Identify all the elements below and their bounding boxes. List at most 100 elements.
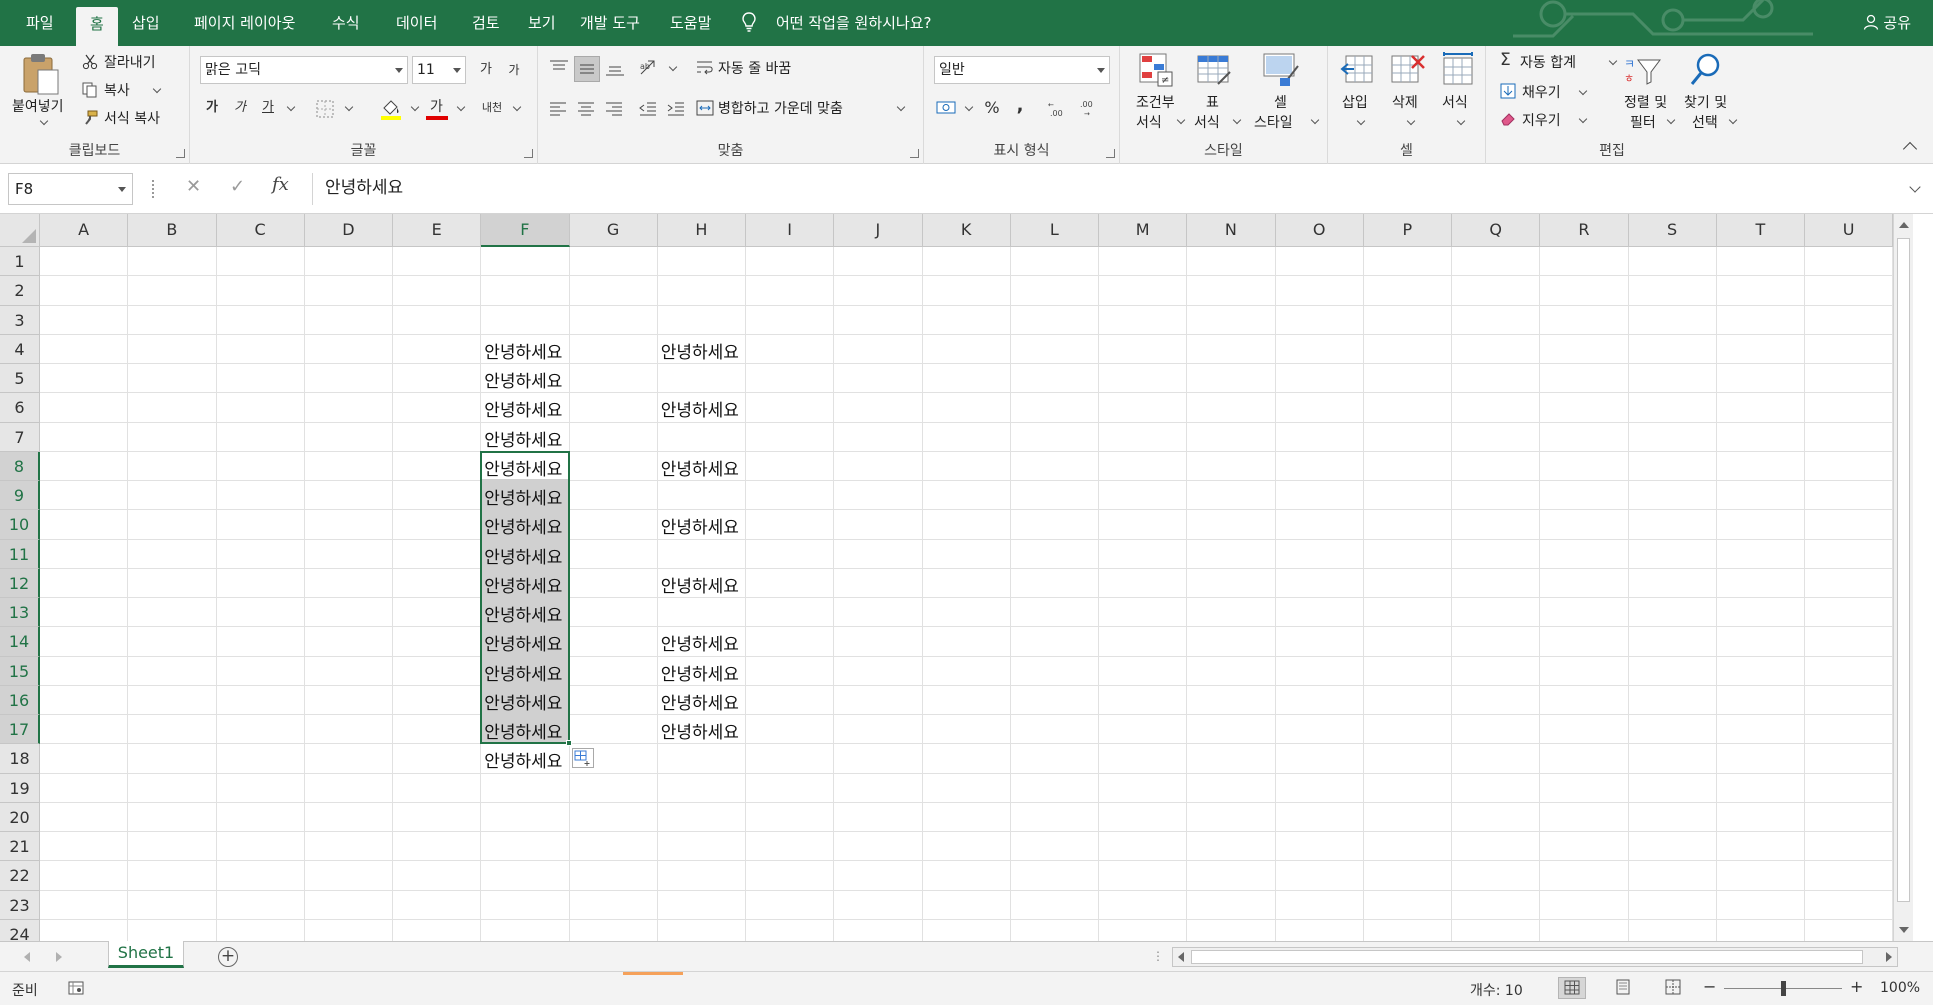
fill-button[interactable]: 채우기 [1500, 80, 1590, 104]
tab-review[interactable]: 검토 [458, 0, 514, 46]
fill-handle[interactable] [565, 740, 572, 747]
tell-me-search[interactable]: 어떤 작업을 원하시나요? [762, 0, 946, 46]
cell-f8[interactable]: 안녕하세요 [481, 455, 562, 484]
copy-button[interactable]: 복사 [82, 80, 182, 102]
cell-styles-button[interactable]: 셀 스타일 [1242, 50, 1322, 142]
font-name-combo[interactable]: 맑은 고딕 [200, 56, 408, 84]
column-header-m[interactable]: M [1099, 214, 1188, 247]
cell-f7[interactable]: 안녕하세요 [481, 426, 562, 455]
normal-view-button[interactable] [1558, 977, 1586, 999]
tab-formulas[interactable]: 수식 [318, 0, 374, 46]
cell-h15[interactable]: 안녕하세요 [658, 660, 739, 689]
tab-insert[interactable]: 삽입 [118, 0, 174, 46]
cell-f11[interactable]: 안녕하세요 [481, 543, 562, 572]
tab-developer[interactable]: 개발 도구 [566, 0, 654, 46]
spreadsheet-grid[interactable]: 안녕하세요 안녕하세요 안녕하세요 안녕하세요 안녕하세요 안녕하세요 안녕하세요 안녕하세요… [0, 214, 1933, 941]
decrease-indent-icon[interactable] [638, 100, 658, 118]
column-header-i[interactable]: I [746, 214, 835, 247]
column-header-d[interactable]: D [304, 214, 393, 247]
horizontal-scroll-thumb[interactable] [1191, 950, 1863, 964]
column-header-j[interactable]: J [834, 214, 923, 247]
formula-input[interactable]: 안녕하세요 [312, 173, 1925, 205]
chevron-down-icon[interactable] [668, 62, 678, 72]
autosum-button[interactable]: Σ 자동 합계 [1500, 50, 1620, 74]
select-all-button[interactable] [0, 214, 40, 247]
zoom-level[interactable]: 100% [1880, 980, 1920, 996]
cell-f10[interactable]: 안녕하세요 [481, 513, 562, 542]
vertical-scrollbar[interactable] [1893, 214, 1913, 941]
chevron-down-icon[interactable] [286, 102, 296, 112]
align-middle-button[interactable] [574, 56, 600, 82]
scroll-down-icon[interactable] [1899, 927, 1909, 933]
row-header-19[interactable]: 19 [0, 773, 40, 803]
tab-file[interactable]: 파일 [12, 0, 68, 46]
scroll-up-icon[interactable] [1899, 222, 1909, 228]
orientation-icon[interactable]: ab [638, 58, 660, 78]
scroll-right-icon[interactable] [1886, 952, 1892, 962]
row-header-15[interactable]: 15 [0, 656, 40, 686]
row-header-10[interactable]: 10 [0, 510, 40, 540]
plus-icon[interactable]: + [218, 947, 238, 967]
share-button[interactable]: 공유 [1863, 0, 1911, 46]
column-header-g[interactable]: G [569, 214, 658, 247]
row-header-6[interactable]: 6 [0, 393, 40, 423]
fill-color-icon[interactable] [380, 98, 402, 120]
row-header-7[interactable]: 7 [0, 422, 40, 452]
format-painter-button[interactable]: 서식 복사 [82, 108, 182, 130]
insert-cells-button[interactable]: 삽입 [1334, 50, 1382, 142]
zoom-slider-thumb[interactable] [1781, 981, 1786, 996]
font-size-combo[interactable]: 11 [412, 56, 466, 84]
zoom-in-button[interactable]: + [1850, 977, 1863, 996]
increase-decimal-icon[interactable]: ←.00 [1046, 98, 1068, 118]
cell-h14[interactable]: 안녕하세요 [658, 630, 739, 659]
row-header-23[interactable]: 23 [0, 890, 40, 920]
vertical-scroll-thumb[interactable] [1897, 238, 1910, 902]
sort-filter-button[interactable]: ㅋㅎ 정렬 및 필터 [1616, 50, 1676, 142]
column-header-t[interactable]: T [1716, 214, 1805, 247]
enter-icon[interactable]: ✓ [230, 176, 245, 197]
column-header-b[interactable]: B [128, 214, 217, 247]
bold-button[interactable]: 가 [200, 96, 224, 120]
previous-sheet-icon[interactable] [24, 952, 30, 962]
cell-f5[interactable]: 안녕하세요 [481, 367, 562, 396]
align-left-icon[interactable] [548, 100, 568, 118]
row-header-21[interactable]: 21 [0, 832, 40, 862]
tab-help[interactable]: 도움말 [656, 0, 725, 46]
borders-icon[interactable] [316, 100, 334, 118]
chevron-down-icon[interactable] [410, 102, 420, 112]
horizontal-scrollbar[interactable] [1172, 947, 1898, 967]
cell-h17[interactable]: 안녕하세요 [658, 718, 739, 747]
tab-view[interactable]: 보기 [514, 0, 570, 46]
dialog-launcher-icon[interactable] [1106, 149, 1115, 158]
tab-data[interactable]: 데이터 [382, 0, 451, 46]
percent-button[interactable]: % [980, 96, 1004, 120]
page-layout-view-button[interactable] [1610, 977, 1638, 999]
cell-f15[interactable]: 안녕하세요 [481, 660, 562, 689]
row-header-16[interactable]: 16 [0, 685, 40, 715]
next-sheet-icon[interactable] [56, 952, 62, 962]
macro-record-icon[interactable] [68, 980, 84, 996]
align-right-icon[interactable] [604, 100, 624, 118]
formula-bar-splitter[interactable] [152, 180, 155, 198]
row-header-22[interactable]: 22 [0, 861, 40, 891]
column-header-k[interactable]: K [922, 214, 1011, 247]
currency-icon[interactable] [936, 98, 958, 118]
row-header-1[interactable]: 1 [0, 247, 40, 277]
align-center-icon[interactable] [576, 100, 596, 118]
grow-font-button[interactable]: 가 [474, 58, 498, 82]
column-header-n[interactable]: N [1187, 214, 1276, 247]
column-header-e[interactable]: E [393, 214, 482, 247]
phonetic-button[interactable]: 내천 [480, 96, 504, 120]
cell-h8[interactable]: 안녕하세요 [658, 455, 739, 484]
dialog-launcher-icon[interactable] [176, 149, 185, 158]
wrap-text-button[interactable]: 자동 줄 바꿈 [696, 56, 896, 80]
conditional-format-button[interactable]: ≠ 조건부 서식 [1124, 50, 1188, 142]
row-header-11[interactable]: 11 [0, 539, 40, 569]
name-box[interactable]: F8 [8, 173, 133, 205]
row-header-12[interactable]: 12 [0, 568, 40, 598]
cell-f9[interactable]: 안녕하세요 [481, 484, 562, 513]
row-header-13[interactable]: 13 [0, 598, 40, 628]
delete-cells-button[interactable]: 삭제 [1384, 50, 1432, 142]
row-header-2[interactable]: 2 [0, 276, 40, 306]
column-header-h[interactable]: H [657, 214, 746, 247]
